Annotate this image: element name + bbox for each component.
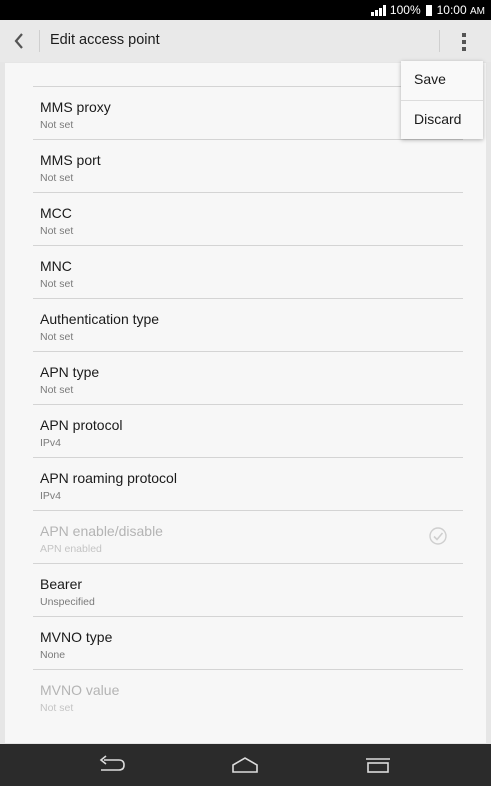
back-arrow-icon (99, 755, 125, 771)
chevron-left-icon (14, 33, 23, 49)
more-vert-icon (462, 33, 466, 37)
setting-authentication-type[interactable]: Authentication type Not set (33, 298, 463, 351)
setting-apn-roaming-protocol[interactable]: APN roaming protocol IPv4 (33, 457, 463, 510)
setting-value: IPv4 (40, 437, 62, 449)
setting-apn-protocol[interactable]: APN protocol IPv4 (33, 404, 463, 457)
battery-icon (425, 4, 432, 16)
clock: 10:00 AM (437, 3, 485, 17)
menu-item-discard[interactable]: Discard (401, 101, 483, 140)
setting-apn-enable-disable: APN enable/disable APN enabled (33, 510, 463, 563)
recent-apps-icon (366, 758, 390, 773)
back-button[interactable] (8, 28, 30, 54)
setting-value: APN enabled (40, 543, 102, 555)
setting-label: MNC (40, 258, 72, 274)
setting-value: Not set (40, 172, 74, 184)
setting-mvno-value: MVNO value Not set (33, 669, 463, 722)
setting-label: MCC (40, 205, 72, 221)
setting-mnc[interactable]: MNC Not set (33, 245, 463, 298)
navigation-bar (0, 744, 491, 786)
setting-mms-proxy[interactable]: MMS proxy Not set (33, 86, 463, 139)
setting-value: Not set (40, 702, 74, 714)
action-bar: Edit access point (0, 20, 491, 62)
setting-apn-type[interactable]: APN type Not set (33, 351, 463, 404)
menu-item-label: Save (414, 71, 446, 87)
setting-value: Not set (40, 384, 74, 396)
setting-label: APN protocol (40, 417, 123, 433)
setting-value: Not set (40, 119, 74, 131)
setting-label: MVNO type (40, 629, 113, 645)
clock-time: 10:00 (436, 3, 467, 17)
page-title: Edit access point (50, 32, 160, 48)
setting-value: Unspecified (40, 596, 95, 608)
setting-label: MMS port (40, 152, 101, 168)
setting-label: APN roaming protocol (40, 470, 177, 486)
home-icon (232, 757, 258, 773)
nav-recents-button[interactable] (353, 750, 403, 780)
action-bar-divider (39, 30, 40, 52)
setting-label: Bearer (40, 576, 83, 592)
settings-list: MMS proxy Not set MMS port Not set MCC N… (33, 86, 463, 722)
setting-label: Authentication type (40, 311, 160, 327)
setting-label: APN type (40, 364, 100, 380)
setting-value: IPv4 (40, 490, 62, 502)
setting-mcc[interactable]: MCC Not set (33, 192, 463, 245)
checkbox-checked-icon (429, 527, 447, 545)
setting-label: MMS proxy (40, 99, 111, 115)
menu-item-save[interactable]: Save (401, 61, 483, 100)
menu-item-label: Discard (414, 111, 462, 127)
signal-icon (370, 4, 386, 16)
setting-value: Not set (40, 225, 74, 237)
setting-mms-port[interactable]: MMS port Not set (33, 139, 463, 192)
setting-value: Not set (40, 278, 74, 290)
setting-value: Not set (40, 331, 74, 343)
setting-mvno-type[interactable]: MVNO type None (33, 616, 463, 669)
setting-bearer[interactable]: Bearer Unspecified (33, 563, 463, 616)
nav-back-button[interactable] (87, 750, 137, 780)
nav-home-button[interactable] (220, 750, 270, 780)
overflow-menu-button[interactable] (454, 30, 474, 54)
clock-ampm: AM (470, 6, 485, 17)
setting-label: APN enable/disable (40, 523, 163, 539)
action-bar-divider (439, 30, 440, 52)
setting-label: MVNO value (40, 682, 120, 698)
setting-value: None (40, 649, 66, 661)
status-indicators: 100% 10:00 AM (370, 2, 485, 18)
overflow-menu: Save Discard (401, 61, 483, 139)
status-bar: 100% 10:00 AM (0, 0, 491, 20)
battery-percent: 100% (389, 3, 421, 17)
settings-card: MMS proxy Not set MMS port Not set MCC N… (5, 63, 486, 743)
